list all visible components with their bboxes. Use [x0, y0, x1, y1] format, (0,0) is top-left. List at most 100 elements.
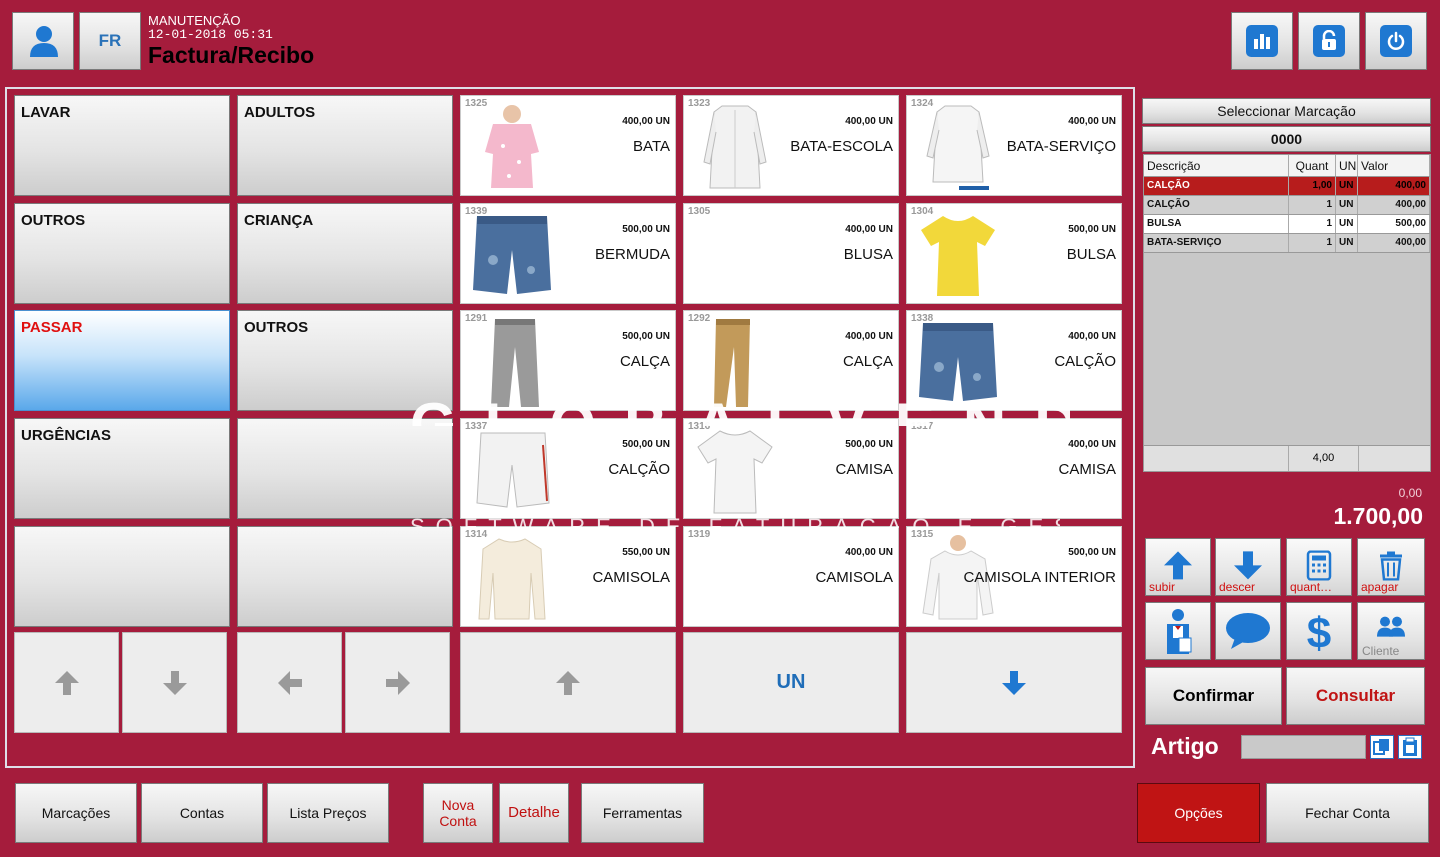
category-urgencias[interactable]: URGÊNCIAS: [14, 418, 230, 519]
move-up-button[interactable]: subir: [1145, 538, 1211, 596]
arrow-right-icon: [385, 670, 410, 695]
header-info: MANUTENÇÃO 12-01-2018 05:31 Factura/Reci…: [148, 13, 314, 69]
clipboard-button[interactable]: [1398, 735, 1422, 759]
confirm-button[interactable]: Confirmar: [1145, 667, 1282, 725]
new-account-label-1: Nova: [441, 797, 475, 813]
consult-button[interactable]: Consultar: [1286, 667, 1425, 725]
column-header: Descrição: [1144, 155, 1289, 176]
stats-button[interactable]: [1231, 12, 1293, 70]
article-label: Artigo: [1151, 733, 1219, 759]
power-button[interactable]: [1365, 12, 1427, 70]
yellow-tshirt-image: [921, 216, 995, 296]
copy-button[interactable]: [1370, 735, 1394, 759]
table-row[interactable]: CALÇÃO 1 UN 400,00: [1144, 196, 1430, 215]
employee-button[interactable]: [1145, 602, 1211, 660]
arrow-up-icon: [556, 670, 580, 695]
category-lavar[interactable]: LAVAR: [14, 95, 230, 196]
user-button[interactable]: [12, 12, 74, 70]
product-up-button[interactable]: [460, 632, 676, 733]
product-price: 500,00 UN: [845, 439, 893, 450]
table-row[interactable]: CALÇÃO 1,00 UN 400,00: [1144, 177, 1430, 196]
mode-label: MANUTENÇÃO: [148, 13, 241, 28]
cell-description: CALÇÃO: [1144, 177, 1289, 195]
contas-button[interactable]: Contas: [141, 783, 263, 843]
quantity-button[interactable]: quant…: [1286, 538, 1352, 596]
product-name: BATA-ESCOLA: [790, 138, 893, 155]
arrow-up-icon: [54, 670, 79, 695]
category-empty[interactable]: [237, 526, 453, 627]
product-card[interactable]: 1324 400,00 UN BATA-SERVIÇO: [906, 95, 1122, 196]
category-left-button[interactable]: [237, 632, 342, 733]
detail-button[interactable]: Detalhe: [499, 783, 569, 843]
select-marking-button[interactable]: Seleccionar Marcação: [1142, 98, 1431, 124]
move-down-label: descer: [1219, 580, 1256, 594]
product-price: 400,00 UN: [622, 116, 670, 127]
category-adultos[interactable]: ADULTOS: [237, 95, 453, 196]
product-card[interactable]: 1337 500,00 UN CALÇÃO: [460, 418, 676, 519]
delete-label: apagar: [1361, 580, 1399, 594]
category-outros[interactable]: OUTROS: [14, 203, 230, 304]
footer-spacer: [1144, 446, 1289, 471]
product-name: CALÇA: [619, 353, 670, 370]
product-card[interactable]: 1317 400,00 UN CAMISA: [906, 418, 1122, 519]
new-account-button[interactable]: Nova Conta: [423, 783, 493, 843]
client-button[interactable]: Cliente: [1357, 602, 1425, 660]
move-down-button[interactable]: descer: [1215, 538, 1281, 596]
product-card[interactable]: 1304 500,00 UN BULSA: [906, 203, 1122, 304]
lock-button[interactable]: [1298, 12, 1360, 70]
message-button[interactable]: [1215, 602, 1281, 660]
client-label: Cliente: [1362, 644, 1400, 658]
product-code: 1325: [465, 98, 488, 109]
product-price: 500,00 UN: [622, 331, 670, 342]
payment-button[interactable]: $: [1286, 602, 1352, 660]
product-code: 1292: [688, 313, 711, 324]
quantity-label: quant…: [1290, 580, 1333, 594]
product-code: 1315: [911, 529, 934, 540]
product-code: 1324: [911, 98, 934, 109]
table-row[interactable]: BULSA 1 UN 500,00: [1144, 215, 1430, 234]
category-right-button[interactable]: [345, 632, 450, 733]
column-header: Quant: [1289, 155, 1336, 176]
category-up-button[interactable]: [14, 632, 119, 733]
product-card[interactable]: 1315 500,00 UN CAMISOLA INTERIOR: [906, 526, 1122, 627]
product-down-button[interactable]: [906, 632, 1122, 733]
document-type-button[interactable]: FR: [79, 12, 141, 70]
delete-button[interactable]: apagar: [1357, 538, 1425, 596]
copy-icon: [1373, 739, 1389, 755]
watermark-logo: GLOBALVENDAS: [410, 391, 1070, 426]
total-quantity: 4,00: [1289, 446, 1359, 471]
product-card[interactable]: 1305 400,00 UN BLUSA: [683, 203, 899, 304]
product-price: 400,00 UN: [845, 547, 893, 558]
category-passar[interactable]: PASSAR: [14, 310, 230, 411]
product-code: 1339: [465, 206, 488, 217]
price-list-button[interactable]: Lista Preços: [267, 783, 389, 843]
table-row[interactable]: BATA-SERVIÇO 1 UN 400,00: [1144, 234, 1430, 253]
product-price: 400,00 UN: [845, 116, 893, 127]
arrow-up-icon: [1164, 551, 1192, 580]
product-card[interactable]: 1325 400,00 UN BATA: [460, 95, 676, 196]
tools-button[interactable]: Ferramentas: [581, 783, 704, 843]
product-card[interactable]: 1319 400,00 UN CAMISOLA: [683, 526, 899, 627]
options-button[interactable]: Opções: [1137, 783, 1260, 843]
product-code: 1291: [465, 313, 488, 324]
marcacoes-button[interactable]: Marcações: [15, 783, 137, 843]
product-price: 400,00 UN: [845, 331, 893, 342]
category-empty[interactable]: [14, 526, 230, 627]
category-empty[interactable]: [237, 418, 453, 519]
cell-unit: UN: [1336, 215, 1358, 233]
product-card[interactable]: 1316 500,00 UN CAMISA: [683, 418, 899, 519]
category-down-button[interactable]: [122, 632, 227, 733]
product-card[interactable]: 1323 400,00 UN BATA-ESCOLA: [683, 95, 899, 196]
category-crianca[interactable]: CRIANÇA: [237, 203, 453, 304]
trash-icon: [1380, 551, 1402, 581]
close-account-button[interactable]: Fechar Conta: [1266, 783, 1429, 843]
marking-number[interactable]: 0000: [1142, 126, 1431, 152]
product-card[interactable]: 1339 500,00 UN BERMUDA: [460, 203, 676, 304]
article-input[interactable]: [1241, 735, 1366, 759]
cell-unit: UN: [1336, 177, 1358, 195]
cell-quantity: 1,00: [1289, 177, 1336, 195]
product-code: 1338: [911, 313, 934, 324]
unit-button[interactable]: UN: [683, 632, 899, 733]
product-card[interactable]: 1314 550,00 UN CAMISOLA: [460, 526, 676, 627]
table-header: Descrição Quant UN Valor: [1144, 155, 1430, 177]
